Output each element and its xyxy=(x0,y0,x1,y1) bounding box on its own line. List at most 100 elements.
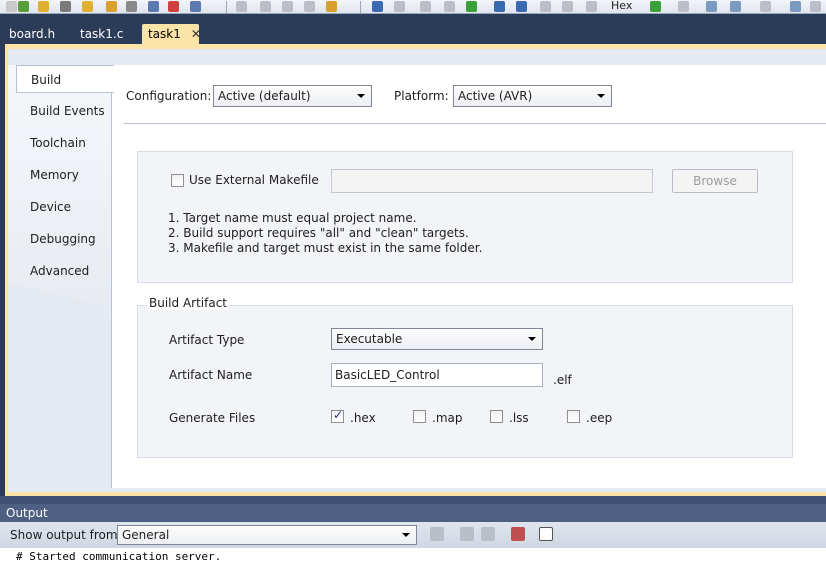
use-external-makefile-checkbox[interactable] xyxy=(171,174,184,187)
output-text: # Started communication server. xyxy=(0,548,826,588)
output-source-value: General xyxy=(122,528,170,542)
side-tab-device[interactable]: Device xyxy=(16,193,112,221)
step-icon[interactable] xyxy=(420,1,431,12)
reset-icon[interactable] xyxy=(562,1,573,12)
tab-task1[interactable]: task1 ✕ xyxy=(142,24,201,44)
word-wrap-icon[interactable] xyxy=(539,527,553,541)
generate-files-label: Generate Files xyxy=(169,411,256,425)
paste-icon[interactable] xyxy=(126,1,137,12)
layout-icon[interactable] xyxy=(790,1,801,12)
build-artifact-title: Build Artifact xyxy=(147,296,229,310)
side-tab-memory[interactable]: Memory xyxy=(16,161,112,189)
chevron-down-icon xyxy=(402,533,410,537)
main-toolbar: Hex xyxy=(0,0,826,14)
overflow-icon[interactable] xyxy=(810,1,821,12)
artifact-type-select[interactable]: Executable xyxy=(331,328,543,350)
side-tab-toolchain[interactable]: Toolchain xyxy=(16,129,112,157)
step-out-icon[interactable] xyxy=(516,1,527,12)
open-folder-icon[interactable] xyxy=(38,1,49,12)
configuration-label: Configuration: xyxy=(126,89,212,103)
generate-map-checkbox[interactable] xyxy=(413,410,426,423)
configuration-value: Active (default) xyxy=(218,89,311,103)
next-message-icon[interactable] xyxy=(481,527,495,541)
view-icon[interactable] xyxy=(650,1,661,12)
output-source-select[interactable]: General xyxy=(117,525,417,545)
platform-select[interactable]: Active (AVR) xyxy=(453,85,612,107)
side-tab-debugging[interactable]: Debugging xyxy=(16,225,112,253)
calculator-icon[interactable] xyxy=(730,1,741,12)
run-to-cursor-icon[interactable] xyxy=(540,1,551,12)
side-tab-build-events[interactable]: Build Events xyxy=(16,97,112,125)
copy-icon[interactable] xyxy=(106,1,117,12)
side-tab-build[interactable]: Build xyxy=(16,65,114,93)
output-title: Output xyxy=(0,504,826,522)
divider xyxy=(124,123,826,124)
device-icon[interactable] xyxy=(326,1,337,12)
chevron-down-icon xyxy=(528,337,536,341)
document-tab-strip: board.h task1.c task1 ✕ xyxy=(0,14,826,44)
step-into-icon[interactable] xyxy=(494,1,505,12)
settings-icon[interactable] xyxy=(60,1,71,12)
output-toolbar: Show output from: General xyxy=(0,522,826,548)
generate-hex-checkbox[interactable] xyxy=(331,408,344,423)
note-line: 3. Makefile and target must exist in the… xyxy=(168,241,483,255)
note-line: 2. Build support requires "all" and "cle… xyxy=(168,226,469,240)
clear-all-icon[interactable] xyxy=(511,527,525,541)
generate-hex-label: .hex xyxy=(350,411,376,425)
tab-label: task1 xyxy=(148,27,181,41)
build-settings-panel: Configuration: Active (default) Platform… xyxy=(111,65,826,488)
generate-eep-checkbox[interactable] xyxy=(567,410,580,423)
generate-lss-checkbox[interactable] xyxy=(490,410,503,423)
play-icon[interactable] xyxy=(466,1,477,12)
hex-display-toggle[interactable]: Hex xyxy=(611,0,632,12)
platform-value: Active (AVR) xyxy=(458,89,533,103)
close-icon[interactable]: ✕ xyxy=(191,27,201,41)
chevron-down-icon xyxy=(357,94,365,98)
properties-page: Build Build Events Toolchain Memory Devi… xyxy=(8,49,826,492)
stop-icon[interactable] xyxy=(394,1,405,12)
previous-message-icon[interactable] xyxy=(460,527,474,541)
generate-eep-label: .eep xyxy=(586,411,613,425)
artifact-name-input[interactable]: BasicLED_Control xyxy=(331,363,543,387)
memory-icon[interactable] xyxy=(282,1,293,12)
ok-icon[interactable] xyxy=(260,1,271,12)
chevron-down-icon xyxy=(597,94,605,98)
tab-task1-c[interactable]: task1.c xyxy=(74,24,129,44)
artifact-type-label: Artifact Type xyxy=(169,333,245,347)
search-icon[interactable] xyxy=(148,1,159,12)
check-icon[interactable] xyxy=(18,1,29,12)
pause-icon[interactable] xyxy=(444,1,455,12)
configuration-select[interactable]: Active (default) xyxy=(213,85,372,107)
makefile-path-input[interactable] xyxy=(331,169,653,193)
build-artifact-group: Build Artifact Artifact Type Executable … xyxy=(137,296,793,458)
step-over-icon[interactable] xyxy=(372,1,383,12)
output-panel: Output Show output from: General # Start… xyxy=(0,496,826,588)
show-output-from-label: Show output from: xyxy=(10,528,122,542)
toolbar-grip-icon xyxy=(6,1,17,12)
programmer-icon[interactable] xyxy=(760,1,771,12)
generate-lss-label: .lss xyxy=(509,411,529,425)
generate-map-label: .map xyxy=(432,411,463,425)
artifact-extension: .elf xyxy=(553,373,572,387)
find-message-icon[interactable] xyxy=(430,527,444,541)
platform-label: Platform: xyxy=(394,89,449,103)
breakpoint-icon[interactable] xyxy=(236,1,247,12)
artifact-type-value: Executable xyxy=(336,332,403,346)
document-icon[interactable] xyxy=(190,1,201,12)
project-properties-editor: Build Build Events Toolchain Memory Devi… xyxy=(5,44,826,496)
chip-icon[interactable] xyxy=(304,1,315,12)
spellcheck-icon[interactable] xyxy=(168,1,179,12)
tab-label: task1.c xyxy=(80,27,124,41)
side-tab-advanced[interactable]: Advanced xyxy=(16,257,112,285)
use-external-makefile-label: Use External Makefile xyxy=(189,173,319,187)
window-icon[interactable] xyxy=(678,1,689,12)
tab-label: board.h xyxy=(9,27,56,41)
artifact-name-label: Artifact Name xyxy=(169,368,253,382)
arrow-up-icon[interactable] xyxy=(586,1,597,12)
note-line: 1. Target name must equal project name. xyxy=(168,211,417,225)
browse-button[interactable]: Browse xyxy=(672,169,758,193)
external-makefile-group: Use External Makefile Browse 1. Target n… xyxy=(137,151,793,283)
tab-board-h[interactable]: board.h xyxy=(3,24,61,44)
keyboard-icon[interactable] xyxy=(706,1,717,12)
cut-icon[interactable] xyxy=(82,1,93,12)
